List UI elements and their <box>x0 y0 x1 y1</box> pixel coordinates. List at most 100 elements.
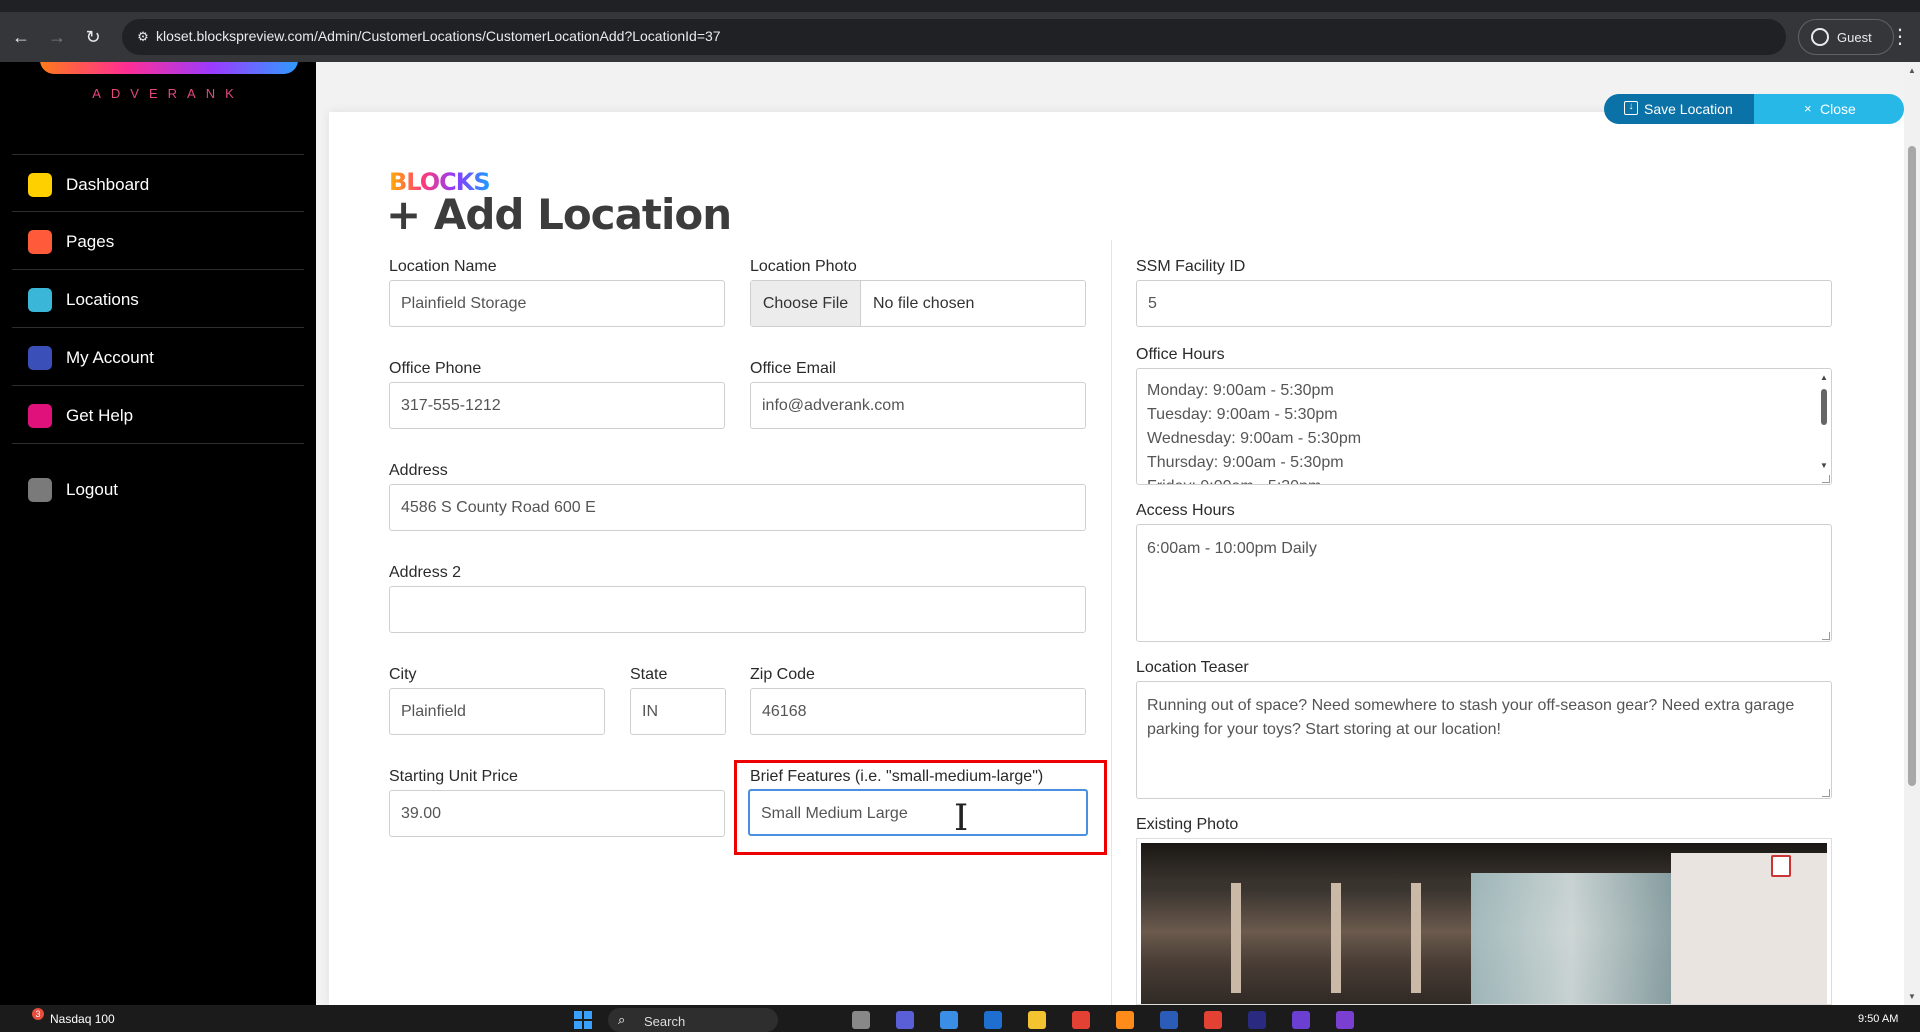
forward-icon[interactable]: → <box>46 26 68 48</box>
url-text[interactable]: kloset.blockspreview.com/Admin/CustomerL… <box>156 28 721 44</box>
sidebar-item-pages[interactable]: Pages <box>12 212 304 270</box>
zip-code-label: Zip Code <box>750 666 815 683</box>
app-icon[interactable] <box>1292 1011 1310 1029</box>
file-status: No file chosen <box>873 295 975 312</box>
zip-code-value: 46168 <box>762 703 807 720</box>
scroll-up-icon[interactable]: ▲ <box>1819 373 1829 383</box>
sidebar-item-label: Dashboard <box>66 175 150 194</box>
teams-icon[interactable] <box>896 1011 914 1029</box>
ticker-label[interactable]: Nasdaq 100 <box>50 1012 115 1026</box>
logo-tagline: ADVERANK <box>92 86 244 101</box>
ssm-facility-id-input[interactable]: 5 <box>1136 280 1832 327</box>
photo-pillar <box>1331 883 1341 993</box>
sidebar-item-label: Locations <box>66 290 139 309</box>
site-info-icon[interactable]: ⚙ <box>134 28 152 46</box>
app-icon[interactable] <box>1336 1011 1354 1029</box>
taskbar-clock: 9:50 AM <box>1858 1013 1899 1025</box>
scroll-down-icon[interactable]: ▼ <box>1819 461 1829 471</box>
location-teaser-textarea[interactable]: Running out of space? Need somewhere to … <box>1136 681 1832 799</box>
logout-icon <box>28 478 52 502</box>
search-icon: ⌕ <box>618 1012 626 1027</box>
profile-icon <box>1811 28 1829 46</box>
logo[interactable]: ADVERANK <box>36 62 300 106</box>
windows-start-icon[interactable] <box>574 1011 592 1029</box>
scroll-up-icon[interactable]: ▲ <box>1908 66 1916 75</box>
ssm-facility-id-label: SSM Facility ID <box>1136 258 1246 275</box>
location-name-input[interactable]: Plainfield Storage <box>389 280 725 327</box>
photo-glass-door <box>1471 873 1671 1004</box>
address-value: 4586 S County Road 600 E <box>401 499 596 516</box>
sidebar-item-label: Logout <box>66 480 118 499</box>
state-value: IN <box>642 703 658 720</box>
sidebar: ADVERANK Dashboard Pages Locations My Ac… <box>0 62 316 1005</box>
office-hours-scrollbar[interactable]: ▲ ▼ <box>1819 373 1829 481</box>
save-location-button[interactable]: ↓ Save Location <box>1604 94 1754 124</box>
copilot-icon[interactable] <box>940 1011 958 1029</box>
sidebar-item-label: My Account <box>66 348 154 367</box>
close-button[interactable]: × Close <box>1754 94 1904 124</box>
photo-pillar <box>1231 883 1241 993</box>
browser-menu-icon[interactable]: ⋮ <box>1890 24 1910 50</box>
ticker-badge: 3 <box>32 1008 44 1020</box>
office-email-label: Office Email <box>750 360 836 377</box>
sidebar-item-my-account[interactable]: My Account <box>12 328 304 386</box>
address2-input[interactable] <box>389 586 1086 633</box>
office-hours-value: Monday: 9:00am - 5:30pm Tuesday: 9:00am … <box>1147 382 1362 484</box>
sidebar-item-dashboard[interactable]: Dashboard <box>12 154 304 212</box>
photo-pillar <box>1411 883 1421 993</box>
page-scrollbar[interactable]: ▲ ▼ <box>1904 62 1920 1005</box>
address-bar[interactable]: ⚙ kloset.blockspreview.com/Admin/Custome… <box>122 19 1786 55</box>
chrome-active-icon[interactable] <box>1204 1011 1222 1029</box>
page-scroll-thumb[interactable] <box>1908 146 1916 786</box>
starting-unit-price-input[interactable]: 39.00 <box>389 790 725 837</box>
sidebar-item-get-help[interactable]: Get Help <box>12 386 304 444</box>
audition-icon[interactable] <box>1248 1011 1266 1029</box>
office-hours-label: Office Hours <box>1136 346 1225 363</box>
access-hours-value: 6:00am - 10:00pm Daily <box>1147 540 1317 557</box>
sidebar-item-logout[interactable]: Logout <box>12 460 304 518</box>
resize-handle-icon[interactable] <box>1822 632 1830 640</box>
choose-file-button[interactable]: Choose File <box>751 281 861 326</box>
my-account-icon <box>28 346 52 370</box>
resize-handle-icon[interactable] <box>1822 475 1830 483</box>
back-icon[interactable]: ← <box>10 26 32 48</box>
page-title: + Add Location <box>386 190 732 239</box>
office-hours-textarea[interactable]: Monday: 9:00am - 5:30pm Tuesday: 9:00am … <box>1136 368 1832 485</box>
location-photo-label: Location Photo <box>750 258 857 275</box>
scroll-thumb[interactable] <box>1821 389 1827 425</box>
app-icon[interactable] <box>852 1011 870 1029</box>
office-phone-input[interactable]: 317-555-1212 <box>389 382 725 429</box>
firefox-icon[interactable] <box>1116 1011 1134 1029</box>
location-teaser-label: Location Teaser <box>1136 659 1249 676</box>
taskbar-search[interactable]: ⌕ Search <box>608 1008 778 1032</box>
city-value: Plainfield <box>401 703 466 720</box>
existing-photo-image <box>1141 843 1827 1004</box>
word-icon[interactable] <box>1160 1011 1178 1029</box>
office-email-value: info@adverank.com <box>762 397 905 414</box>
annotation-highlight-box <box>734 760 1107 855</box>
access-hours-label: Access Hours <box>1136 502 1235 519</box>
pages-icon <box>28 230 52 254</box>
location-photo-input[interactable]: Choose File No file chosen <box>750 280 1086 327</box>
profile-button[interactable]: Guest <box>1798 19 1894 55</box>
sidebar-item-label: Pages <box>66 232 115 251</box>
city-input[interactable]: Plainfield <box>389 688 605 735</box>
taskbar-search-label: Search <box>644 1014 686 1029</box>
address-input[interactable]: 4586 S County Road 600 E <box>389 484 1086 531</box>
chrome-icon[interactable] <box>1072 1011 1090 1029</box>
scroll-down-icon[interactable]: ▼ <box>1908 992 1916 1001</box>
reload-icon[interactable]: ↻ <box>82 26 104 48</box>
sidebar-item-locations[interactable]: Locations <box>12 270 304 328</box>
access-hours-textarea[interactable]: 6:00am - 10:00pm Daily <box>1136 524 1832 642</box>
folder-icon[interactable] <box>1028 1011 1046 1029</box>
close-icon: × <box>1804 101 1812 116</box>
state-input[interactable]: IN <box>630 688 726 735</box>
office-email-input[interactable]: info@adverank.com <box>750 382 1086 429</box>
store-icon[interactable] <box>984 1011 1002 1029</box>
locations-icon <box>28 288 52 312</box>
starting-unit-price-value: 39.00 <box>401 805 442 822</box>
sidebar-item-label: Get Help <box>66 406 134 425</box>
save-location-label: Save Location <box>1644 101 1733 117</box>
resize-handle-icon[interactable] <box>1822 789 1830 797</box>
zip-code-input[interactable]: 46168 <box>750 688 1086 735</box>
